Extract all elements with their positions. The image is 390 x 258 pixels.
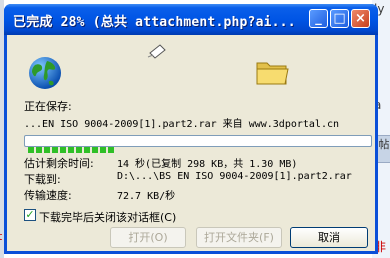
- progress-segment: [108, 147, 114, 153]
- progress-segment: [36, 147, 42, 153]
- open-button[interactable]: 打开(O): [110, 227, 186, 248]
- progress-segment: [84, 147, 90, 153]
- background-left-fragment: t: [0, 230, 3, 243]
- progress-segment: [44, 147, 50, 153]
- maximize-button[interactable]: □: [330, 9, 349, 28]
- saving-label: 正在保存:: [24, 100, 72, 113]
- progress-segment: [92, 147, 98, 153]
- close-when-done-label[interactable]: 下载完毕后关闭该对话框(C): [39, 209, 176, 225]
- background-right-tab[interactable]: 帖: [376, 135, 390, 163]
- folder-icon: [256, 62, 289, 85]
- progress-segment: [100, 147, 106, 153]
- saving-filename: ...EN ISO 9004-2009[1].part2.rar 来自 www.…: [24, 119, 340, 130]
- close-when-done-checkbox[interactable]: ✓: [24, 209, 36, 221]
- transfer-rate-value: 72.7 KB/秒: [117, 191, 176, 202]
- progress-segment: [76, 147, 82, 153]
- open-folder-button[interactable]: 打开文件夹(F): [196, 227, 282, 248]
- globe-icon: [29, 57, 61, 89]
- progress-segment: [60, 147, 66, 153]
- progress-segment: [68, 147, 74, 153]
- time-remaining-label: 估计剩余时间:: [24, 157, 94, 170]
- minimize-button[interactable]: _: [309, 9, 328, 28]
- download-to-value: D:\...\BS EN ISO 9004-2009[1].part2.rar: [117, 171, 352, 182]
- download-dialog: 已完成 28% (总共 attachment.php?ai... _ □ × 正…: [4, 4, 378, 254]
- window-title: 已完成 28% (总共 attachment.php?ai...: [13, 15, 296, 30]
- close-button[interactable]: ×: [351, 9, 370, 28]
- time-remaining-value: 14 秒(已复制 298 KB，共 1.30 MB): [117, 159, 298, 170]
- download-progress-bar: [24, 135, 372, 153]
- progress-segment: [28, 147, 34, 153]
- progress-fill: [28, 138, 116, 153]
- progress-segment: [52, 147, 58, 153]
- download-to-label: 下载到:: [24, 173, 61, 186]
- flying-document-icon: [147, 44, 166, 59]
- dialog-body: 正在保存: ...EN ISO 9004-2009[1].part2.rar 来…: [7, 35, 375, 251]
- cancel-button[interactable]: 取消: [290, 227, 368, 248]
- transfer-rate-label: 传输速度:: [24, 189, 72, 202]
- title-bar[interactable]: 已完成 28% (总共 attachment.php?ai... _ □ ×: [4, 4, 378, 35]
